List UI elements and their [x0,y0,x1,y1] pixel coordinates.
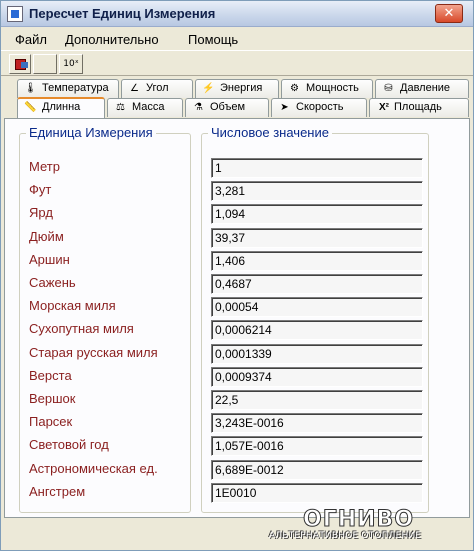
unit-label: Сухопутная миля [29,321,134,337]
exponent-button[interactable]: 10ˣ [59,54,83,74]
value-field[interactable]: 0,0001339 [211,343,423,364]
tab-energy[interactable]: ⚡ Энергия [195,79,279,98]
unit-label: Парсек [29,414,73,430]
length-panel: Единица Измерения Числовое значение Метр… [4,118,470,518]
tab-area[interactable]: X² Площадь [369,98,469,117]
value-field[interactable]: 1E0010 [211,482,423,503]
unit-label: Дюйм [29,228,64,244]
tab-pressure[interactable]: ⛁ Давление [375,79,469,98]
value-field[interactable]: 1,094 [211,204,423,225]
value-field[interactable]: 3,243E-0016 [211,413,423,434]
unit-label: Ангстрем [29,483,86,499]
unit-label: Верста [29,367,72,383]
value-field[interactable]: 1,057E-0016 [211,436,423,457]
thermometer-icon: 🌡 [24,83,37,94]
power-icon: ⚙ [290,83,299,94]
area-icon: X² [379,102,389,113]
value-field[interactable]: 0,00054 [211,297,423,318]
angle-icon: ∠ [130,83,139,94]
app-icon [7,6,23,22]
ruler-icon: 📏 [24,102,37,113]
value-field[interactable]: 3,281 [211,181,423,202]
value-field[interactable]: 22,5 [211,390,423,410]
tab-strip: 🌡 Температура ∠ Угол ⚡ Энергия ⚙ Мощност… [1,77,473,119]
blank-button[interactable] [33,54,57,74]
tab-power[interactable]: ⚙ Мощность [281,79,373,98]
unit-label: Ярд [29,205,53,221]
value-field[interactable]: 1,406 [211,250,423,271]
energy-icon: ⚡ [202,83,215,94]
toolbar: 10ˣ [1,50,473,76]
unit-label: Вершок [29,391,76,406]
exit-button[interactable] [9,54,31,74]
value-field[interactable]: 0,0006214 [211,320,423,341]
menu-file[interactable]: Файл [15,32,47,47]
speed-icon: ➤ [280,102,289,113]
unit-label: Фут [29,182,52,198]
unit-label: Морская миля [29,298,116,314]
tab-mass[interactable]: ⚖ Масса [107,98,183,117]
close-button[interactable]: ✕ [435,4,463,23]
value-field[interactable]: 39,37 [211,227,423,248]
pressure-icon: ⛁ [384,83,393,94]
exit-icon [15,59,28,70]
menu-help[interactable]: Помощь [188,32,238,47]
converter-window: Пересчет Единиц Измерения ✕ Файл Дополни… [0,0,474,551]
menu-bar: Файл Дополнительно Помощь [1,28,473,50]
unit-label: Аршин [29,251,70,267]
unit-label: Астрономическая ед. [29,460,158,476]
value-field[interactable]: 1 [211,158,423,178]
watermark-tagline: АЛЬТЕРНАТИВНОЕ ОТОПЛЕНИЕ [269,531,422,541]
unit-label: Световой год [29,437,109,453]
unit-label: Метр [29,159,60,174]
units-group-title: Единица Измерения [26,125,156,140]
flask-icon: ⚗ [194,102,203,113]
value-field[interactable]: 0,0009374 [211,366,423,387]
tab-temperature[interactable]: 🌡 Температура [17,79,119,98]
window-title: Пересчет Единиц Измерения [29,6,216,21]
tab-angle[interactable]: ∠ Угол [121,79,193,98]
values-group-title: Числовое значение [208,125,332,140]
menu-advanced[interactable]: Дополнительно [65,32,159,47]
watermark-brand: ОГНИВО [302,507,415,533]
value-field[interactable]: 6,689E-0012 [211,459,423,480]
tab-length[interactable]: 📏 Длинна [17,97,105,118]
tab-volume[interactable]: ⚗ Объем [185,98,269,117]
weight-icon: ⚖ [116,102,125,113]
unit-label: Старая русская миля [29,344,158,360]
title-bar[interactable]: Пересчет Единиц Измерения ✕ [1,1,473,27]
tab-speed[interactable]: ➤ Скорость [271,98,367,117]
value-field[interactable]: 0,4687 [211,274,423,294]
unit-label: Сажень [29,275,76,290]
